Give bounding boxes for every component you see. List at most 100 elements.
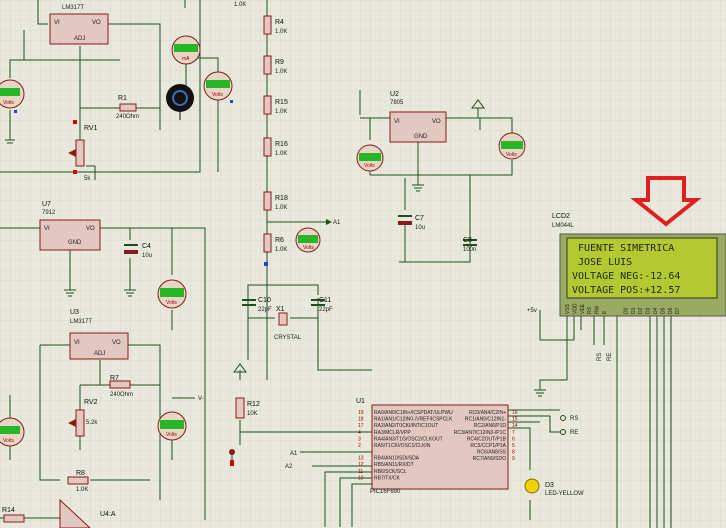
voltmeter-u7[interactable]: Volts xyxy=(157,279,187,309)
ref-label: R18 xyxy=(275,195,288,202)
microcontroller-u1[interactable]: U1 PIC16F690 RA0/AN0/C1IN+/ICSPDAT/ULPWU… xyxy=(356,398,518,495)
resistor-r16[interactable]: R16 1.0K xyxy=(263,137,288,157)
lcd-pin-label: D7 xyxy=(675,307,681,314)
u1-pin-number: 15 xyxy=(512,417,518,423)
resistor-top-value: 1.0K xyxy=(234,2,246,8)
net-label-a1: A1 xyxy=(290,451,298,457)
net-label-vminus: V- xyxy=(198,396,204,402)
value-label: 100n xyxy=(463,247,476,253)
u1-pin-number: 12 xyxy=(358,462,364,468)
u1-pin-number: 10 xyxy=(358,475,364,481)
schematic-svg[interactable]: VI VO ADJ LM317T R1 240Ohm RV1 5k Volts … xyxy=(0,0,726,528)
ref-label: R6 xyxy=(275,237,284,244)
u1-pin-label: RB4/AN10/SDI/SDA xyxy=(374,456,420,462)
vo-pin-label: VO xyxy=(92,20,101,26)
value-label: 1.0K xyxy=(76,487,88,493)
resistor-r4[interactable]: R4 1.0K xyxy=(263,15,287,35)
u1-pin-number: 17 xyxy=(358,423,364,429)
lcd-pin-label: VSS xyxy=(565,303,571,314)
u1-pin-label: RC1/AN5/C12IN1- xyxy=(465,417,506,423)
part-label: LM044L xyxy=(552,223,574,229)
lcd-pin-label: D1 xyxy=(631,307,637,314)
unit-label: Volts xyxy=(3,100,14,106)
lcd-pin-label: D5 xyxy=(660,307,666,314)
net-label-a2: A2 xyxy=(285,464,293,470)
net-label-plus5: +5v xyxy=(527,308,537,314)
voltmeter-u2-in[interactable]: Volts xyxy=(356,144,384,172)
u1-pin-label: RC4/C2OUT/P1B xyxy=(467,436,507,442)
ref-label: C8 xyxy=(463,237,472,244)
capacitor-c8[interactable]: C8 100n xyxy=(463,237,477,253)
lcd-pin-label: D6 xyxy=(668,307,674,314)
ref-label: U4:A xyxy=(100,511,116,518)
u1-pin-label: RC5/CCP1/P1A xyxy=(470,443,506,449)
u1-pin-number: 9 xyxy=(512,456,515,462)
u1-pin-label: RB6/SCK/SCL xyxy=(374,469,407,475)
value-label: 1.0K xyxy=(275,151,287,157)
ammeter-ma[interactable]: mA xyxy=(171,35,201,65)
vo-pin-label: VO xyxy=(112,340,121,346)
voltmeter-r6[interactable]: Volts xyxy=(295,227,321,253)
value-label: 1.0K xyxy=(275,247,287,253)
value-label: 5.2k xyxy=(86,420,98,426)
resistor-r18[interactable]: R18 1.0K xyxy=(263,191,288,211)
ref-label: X1 xyxy=(276,306,285,313)
ref-label: R15 xyxy=(275,99,288,106)
ref-label: R14 xyxy=(2,507,15,514)
lcd-pin-label: D0 xyxy=(623,307,629,314)
value-label: 240Ohm xyxy=(110,392,133,398)
ref-label: U1 xyxy=(356,398,365,405)
resistor-r15[interactable]: R15 1.0K xyxy=(263,95,288,115)
lcd-line-4: VOLTAGE POS:+12.57 xyxy=(572,285,680,296)
vi-pin-label: VI xyxy=(74,340,80,346)
u1-pin-label: RA0/AN0/C1IN+/ICSPDAT/ULPWU xyxy=(374,410,453,416)
value-label: 10u xyxy=(142,253,152,259)
u1-pin-label: RB7/TX/CK xyxy=(374,475,401,481)
voltmeter-left-bot[interactable]: Volts xyxy=(0,417,25,447)
vo-pin-label: VO xyxy=(86,226,95,232)
vi-pin-label: VI xyxy=(54,20,60,26)
lcd-pin-label: VDD xyxy=(572,303,578,314)
voltmeter-u2-out[interactable]: Volts xyxy=(498,132,526,160)
ref-label: RV1 xyxy=(84,125,98,132)
lcd-pin-label: D2 xyxy=(638,307,644,314)
u1-pin-number: 2 xyxy=(358,443,361,449)
value-label: 5k xyxy=(84,176,91,182)
vo-pin-label: VO xyxy=(432,119,441,125)
u1-pin-number: 6 xyxy=(512,436,515,442)
ref-label: C11 xyxy=(319,297,331,304)
u1-pin-label: RA5/T1CKI/OSC1/CLKIN xyxy=(374,443,431,449)
resistor-r9[interactable]: R9 1.0K xyxy=(263,55,287,75)
ref-label: R7 xyxy=(110,375,119,382)
unit-label: Volts xyxy=(212,92,223,98)
gnd-pin-label: GND xyxy=(68,240,82,246)
ref-label: R4 xyxy=(275,19,284,26)
ref-label: LCD2 xyxy=(552,213,570,220)
u1-pin-number: 4 xyxy=(358,430,361,436)
u1-pin-number: 8 xyxy=(512,450,515,456)
u1-pin-label: RA2/AN2/T0CKI/INT/C1OUT xyxy=(374,423,438,429)
lcd-pin-label: D4 xyxy=(653,307,659,314)
value-label: 10K xyxy=(247,411,258,417)
unit-label: Volts xyxy=(3,438,14,444)
u1-pin-number: 11 xyxy=(358,469,363,475)
u1-pin-number: 3 xyxy=(358,436,361,442)
u1-pin-label: RC3/AN7/C12IN3-/P1C xyxy=(454,430,507,436)
vi-pin-label: VI xyxy=(44,226,50,232)
ref-label: R12 xyxy=(247,401,260,408)
voltmeter-u3[interactable]: Volts xyxy=(157,411,187,441)
unit-label: Volts xyxy=(364,163,375,169)
value-label: 1.0K xyxy=(275,205,287,211)
net-label-rs: RS xyxy=(570,416,578,422)
unit-label: Volts xyxy=(166,300,177,306)
schematic-canvas[interactable]: VI VO ADJ LM317T R1 240Ohm RV1 5k Volts … xyxy=(0,0,726,528)
u1-pin-number: 7 xyxy=(512,430,515,436)
u1-pin-label: RC7/AN9/SDO xyxy=(473,456,506,462)
ref-label: U7 xyxy=(42,201,51,208)
lcd-line-3: VOLTAGE NEG:-12.64 xyxy=(572,271,680,282)
net-label-a1-top: A1 xyxy=(333,220,341,226)
value-label: 240Ohm xyxy=(116,114,139,120)
part-label: LM317T xyxy=(70,319,92,325)
lcd-line-2: JOSE LUIS xyxy=(578,257,632,268)
value-label: 22pF xyxy=(258,307,272,313)
